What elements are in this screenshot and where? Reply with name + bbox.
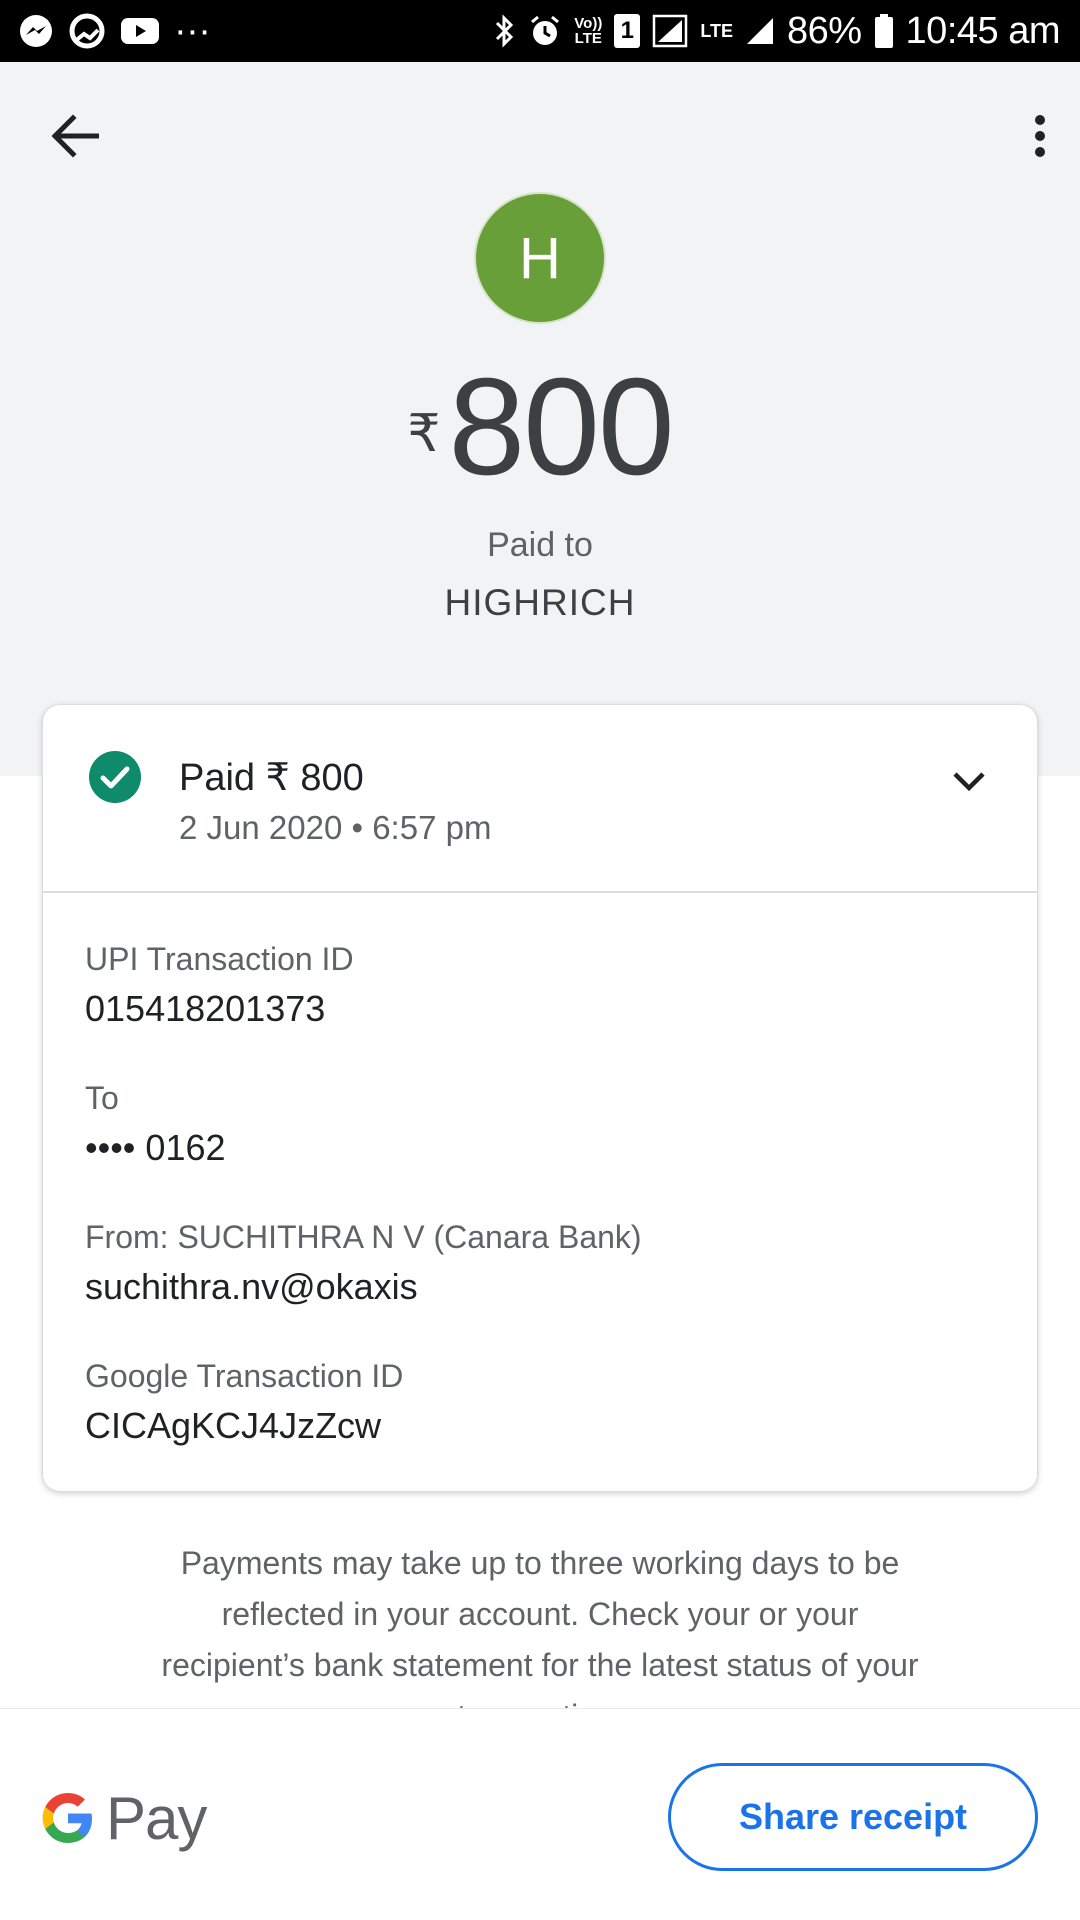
volte-icon: Vo)) LTE bbox=[574, 16, 602, 46]
lte-icon: LTE bbox=[700, 20, 733, 41]
back-arrow-icon bbox=[51, 114, 99, 158]
transaction-status-row[interactable]: Paid ₹ 800 2 Jun 2020 • 6:57 pm bbox=[43, 705, 1037, 893]
google-pay-text: Pay bbox=[106, 1784, 207, 1852]
chevron-down-icon[interactable] bbox=[947, 759, 991, 803]
battery-icon bbox=[874, 13, 894, 49]
amount-value: 800 bbox=[448, 350, 674, 504]
paid-to-label: Paid to bbox=[487, 526, 593, 564]
from-label: From: SUCHITHRA N V (Canara Bank) bbox=[85, 1219, 642, 1255]
youtube-icon bbox=[120, 16, 160, 46]
amount-display: ₹ 800 bbox=[0, 352, 1080, 502]
status-bar-left: ··· bbox=[18, 9, 211, 52]
share-receipt-button[interactable]: Share receipt bbox=[668, 1763, 1038, 1871]
payee-avatar: H bbox=[474, 192, 606, 324]
messenger-icon bbox=[18, 13, 54, 49]
bottom-bar: Pay Share receipt bbox=[0, 1708, 1080, 1920]
payee-name: HIGHRICH bbox=[444, 582, 636, 623]
payment-disclaimer: Payments may take up to three working da… bbox=[161, 1545, 919, 1708]
status-bar: ··· Vo)) LTE 1 LTE 86% 10:45 am bbox=[0, 0, 1080, 62]
google-pay-logo: Pay bbox=[40, 1783, 207, 1853]
google-transaction-id-value: CICAgKCJ4JzZcw bbox=[85, 1405, 382, 1446]
sync-icon bbox=[68, 12, 106, 50]
more-notifications-icon: ··· bbox=[174, 9, 211, 52]
alarm-icon bbox=[528, 14, 562, 48]
more-options-button[interactable] bbox=[1000, 108, 1080, 164]
clock: 10:45 am bbox=[905, 9, 1061, 52]
transaction-card: Paid ₹ 800 2 Jun 2020 • 6:57 pm UPI Tran… bbox=[42, 704, 1038, 1492]
to-label: To bbox=[85, 1080, 119, 1116]
volte-line1: Vo)) bbox=[574, 15, 603, 32]
status-date: 2 Jun 2020 • 6:57 pm bbox=[179, 809, 492, 846]
google-transaction-id-label: Google Transaction ID bbox=[85, 1358, 404, 1394]
bluetooth-icon bbox=[494, 13, 516, 49]
status-title: Paid ₹ 800 bbox=[179, 757, 364, 799]
upi-transaction-id-label: UPI Transaction ID bbox=[85, 941, 354, 977]
signal-icon bbox=[652, 14, 688, 48]
back-button[interactable] bbox=[40, 108, 110, 164]
battery-percentage: 86% bbox=[786, 9, 862, 52]
upi-transaction-id-value: 015418201373 bbox=[85, 988, 326, 1029]
currency-symbol: ₹ bbox=[407, 405, 441, 463]
volte-line2: LTE bbox=[574, 30, 602, 47]
check-circle-icon bbox=[89, 751, 141, 803]
status-bar-right: Vo)) LTE 1 LTE 86% 10:45 am bbox=[494, 6, 1061, 56]
sim-slot-icon: 1 bbox=[614, 14, 641, 48]
more-vert-icon bbox=[1035, 115, 1045, 157]
from-upi-id-value: suchithra.nv@okaxis bbox=[85, 1266, 418, 1307]
signal-strength-icon bbox=[745, 16, 775, 46]
google-g-icon bbox=[42, 1793, 92, 1843]
to-account-value: •••• 0162 bbox=[85, 1127, 226, 1168]
